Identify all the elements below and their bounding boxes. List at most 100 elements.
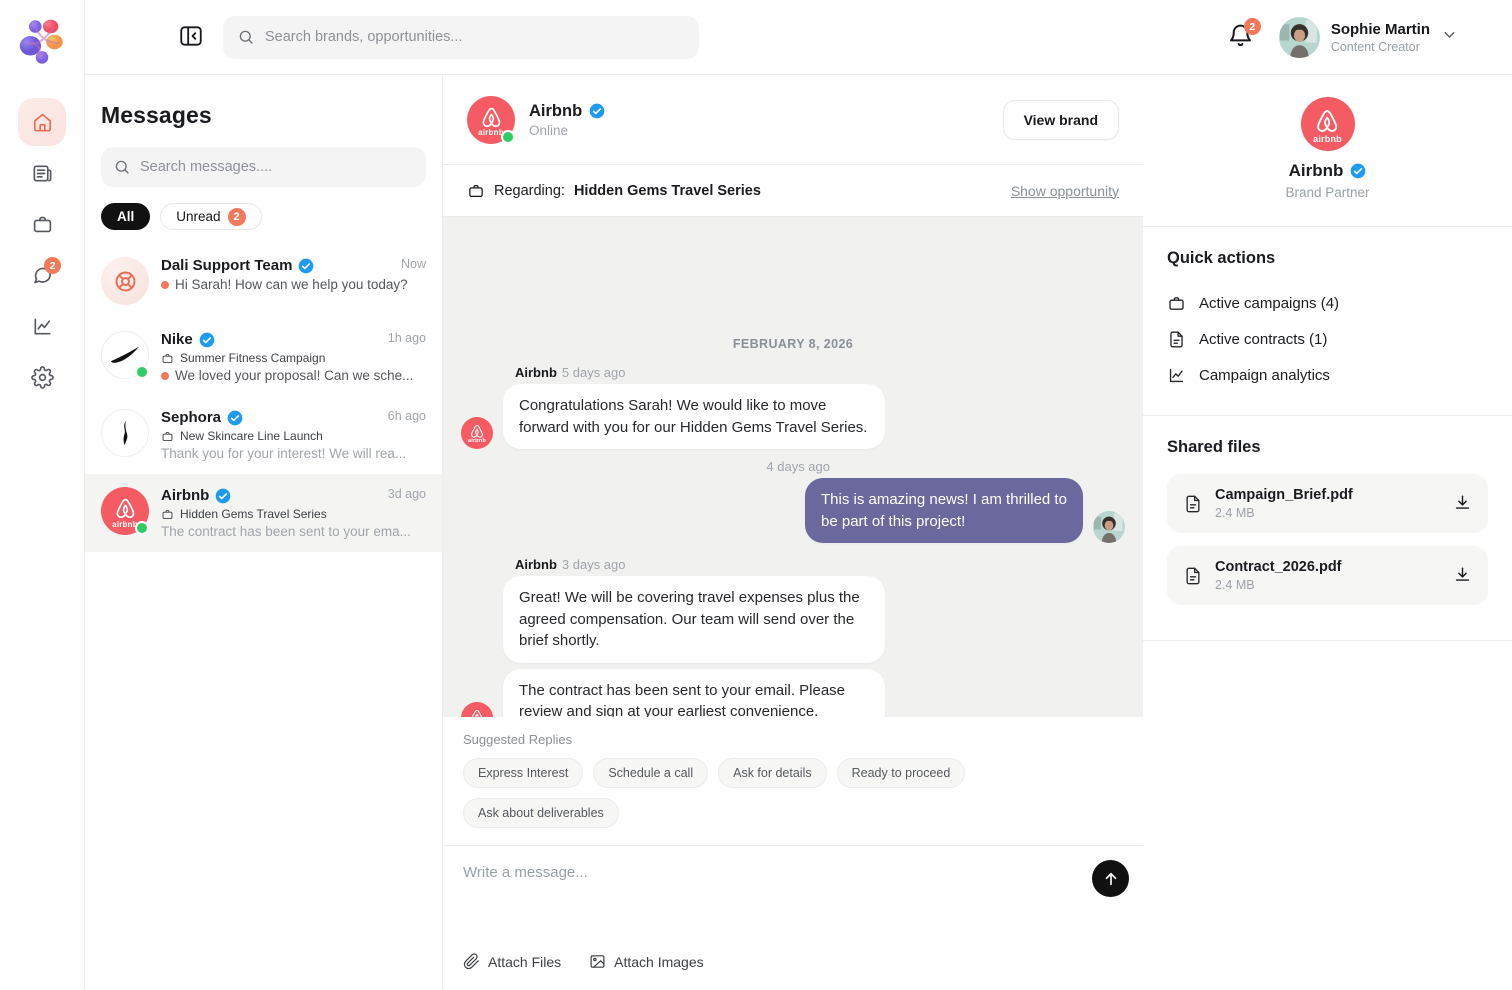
app-logo-icon[interactable] bbox=[15, 14, 69, 68]
briefcase-icon bbox=[467, 182, 485, 200]
suggested-replies-label: Suggested Replies bbox=[463, 732, 1123, 747]
message-scroll-area[interactable]: FEBRUARY 8, 2026 Airbnb5 days ago airbnb… bbox=[443, 217, 1143, 717]
quick-action-analytics[interactable]: Campaign analytics bbox=[1167, 357, 1488, 393]
file-name: Campaign_Brief.pdf bbox=[1215, 487, 1353, 503]
nav-feed[interactable] bbox=[18, 149, 66, 197]
user-menu[interactable]: Sophie Martin Content Creator bbox=[1279, 17, 1458, 58]
suggested-replies: Suggested Replies Express Interest Sched… bbox=[443, 717, 1143, 845]
conversation-sephora[interactable]: Sephora 6h ago New Skincare Line Launch … bbox=[85, 396, 442, 474]
file-size: 2.4 MB bbox=[1215, 578, 1342, 592]
nav-settings[interactable] bbox=[18, 353, 66, 401]
online-dot bbox=[135, 521, 149, 535]
airbnb-belo-icon bbox=[112, 496, 139, 523]
nav-messages[interactable]: 2 bbox=[18, 251, 66, 299]
home-icon bbox=[31, 111, 54, 134]
arrow-up-icon bbox=[1102, 870, 1120, 888]
attach-images-button[interactable]: Attach Images bbox=[589, 953, 704, 970]
file-card[interactable]: Campaign_Brief.pdf 2.4 MB bbox=[1167, 474, 1488, 533]
avatar bbox=[1093, 511, 1125, 543]
attach-files-button[interactable]: Attach Files bbox=[463, 953, 561, 970]
filter-unread[interactable]: Unread 2 bbox=[160, 203, 261, 230]
quick-action-campaigns[interactable]: Active campaigns (4) bbox=[1167, 285, 1488, 321]
suggested-reply-chip[interactable]: Schedule a call bbox=[593, 758, 708, 788]
airbnb-avatar: airbnb bbox=[461, 417, 493, 449]
filter-all[interactable]: All bbox=[101, 203, 150, 230]
verified-badge-icon bbox=[589, 103, 605, 119]
chat-header: airbnb Airbnb Online View brand bbox=[443, 75, 1143, 165]
compose-area: Attach Files Attach Images bbox=[443, 845, 1143, 990]
user-name: Sophie Martin bbox=[1331, 20, 1430, 40]
unread-dot bbox=[161, 372, 169, 380]
collapse-sidebar-button[interactable] bbox=[177, 23, 205, 51]
message-bubble: The contract has been sent to your email… bbox=[503, 669, 885, 718]
global-search[interactable] bbox=[223, 16, 699, 59]
support-avatar bbox=[101, 257, 149, 305]
message-input[interactable] bbox=[463, 864, 991, 922]
show-opportunity-link[interactable]: Show opportunity bbox=[1011, 183, 1119, 199]
messages-search[interactable] bbox=[101, 147, 426, 187]
download-button[interactable] bbox=[1453, 493, 1472, 515]
file-size: 2.4 MB bbox=[1215, 506, 1353, 520]
messages-search-input[interactable] bbox=[140, 159, 414, 175]
file-card[interactable]: Contract_2026.pdf 2.4 MB bbox=[1167, 546, 1488, 605]
global-search-input[interactable] bbox=[265, 29, 685, 45]
conversation-nike[interactable]: Nike 1h ago Summer Fitness Campaign We l… bbox=[85, 318, 442, 396]
shared-files-title: Shared files bbox=[1167, 438, 1488, 457]
suggested-reply-chip[interactable]: Ask for details bbox=[718, 758, 827, 788]
avatar bbox=[1279, 17, 1320, 58]
suggested-reply-chip[interactable]: Express Interest bbox=[463, 758, 583, 788]
message-meta: 4 days ago bbox=[461, 459, 830, 474]
message-meta: Airbnb5 days ago bbox=[515, 365, 1125, 380]
verified-badge-icon bbox=[215, 488, 231, 504]
file-name: Contract_2026.pdf bbox=[1215, 559, 1342, 575]
briefcase-icon bbox=[31, 213, 54, 236]
notifications-button[interactable]: 2 bbox=[1227, 22, 1257, 52]
quick-action-contracts[interactable]: Active contracts (1) bbox=[1167, 321, 1488, 357]
verified-badge-icon bbox=[1350, 163, 1366, 179]
unread-dot bbox=[161, 281, 169, 289]
nav-opportunities[interactable] bbox=[18, 200, 66, 248]
primary-nav: 2 bbox=[18, 98, 66, 401]
newspaper-icon bbox=[31, 162, 54, 185]
nav-analytics[interactable] bbox=[18, 302, 66, 350]
send-button[interactable] bbox=[1092, 860, 1129, 897]
download-icon bbox=[1453, 565, 1472, 584]
regarding-bar: Regarding: Hidden Gems Travel Series Sho… bbox=[443, 165, 1143, 217]
brand-detail-panel: airbnb Airbnb Brand Partner Quick action… bbox=[1143, 75, 1512, 990]
message-bubble: Congratulations Sarah! We would like to … bbox=[503, 384, 885, 449]
gear-icon bbox=[31, 366, 54, 389]
message-bubble: Great! We will be covering travel expens… bbox=[503, 576, 885, 663]
airbnb-avatar: airbnb bbox=[1301, 97, 1355, 151]
panel-collapse-icon bbox=[178, 23, 204, 49]
notifications-count-badge: 2 bbox=[1244, 18, 1261, 35]
verified-badge-icon bbox=[227, 410, 243, 426]
messages-panel: Messages All Unread 2 bbox=[85, 75, 443, 990]
conversation-list: Dali Support Team Now Hi Sarah! How can … bbox=[85, 244, 442, 552]
download-button[interactable] bbox=[1453, 565, 1472, 587]
paperclip-icon bbox=[463, 953, 480, 970]
user-role: Content Creator bbox=[1331, 40, 1430, 54]
file-text-icon bbox=[1183, 566, 1203, 586]
search-icon bbox=[237, 28, 255, 46]
briefcase-icon bbox=[1167, 294, 1186, 313]
suggested-reply-chip[interactable]: Ready to proceed bbox=[837, 758, 966, 788]
chat-thread: airbnb Airbnb Online View brand Regardin… bbox=[443, 75, 1143, 990]
suggested-reply-chip[interactable]: Ask about deliverables bbox=[463, 798, 619, 828]
verified-badge-icon bbox=[199, 332, 215, 348]
shared-files-section: Shared files Campaign_Brief.pdf 2.4 MB bbox=[1143, 416, 1512, 641]
lifebuoy-icon bbox=[112, 268, 139, 295]
nav-home[interactable] bbox=[18, 98, 66, 146]
unread-count-badge: 2 bbox=[228, 208, 246, 226]
quick-actions-section: Quick actions Active campaigns (4) Activ… bbox=[1143, 227, 1512, 416]
line-chart-icon bbox=[31, 315, 54, 338]
conversation-airbnb[interactable]: airbnb Airbnb 3d ago Hidden Gems Travel … bbox=[85, 474, 442, 552]
app-root: 2 2 bbox=[0, 0, 1512, 990]
briefcase-icon bbox=[161, 508, 174, 521]
page-title: Messages bbox=[85, 102, 442, 129]
conversation-dali-support[interactable]: Dali Support Team Now Hi Sarah! How can … bbox=[85, 244, 442, 318]
view-brand-button[interactable]: View brand bbox=[1003, 100, 1119, 140]
file-text-icon bbox=[1167, 330, 1186, 349]
search-icon bbox=[113, 158, 131, 176]
download-icon bbox=[1453, 493, 1472, 512]
regarding-label: Regarding: bbox=[494, 183, 565, 199]
